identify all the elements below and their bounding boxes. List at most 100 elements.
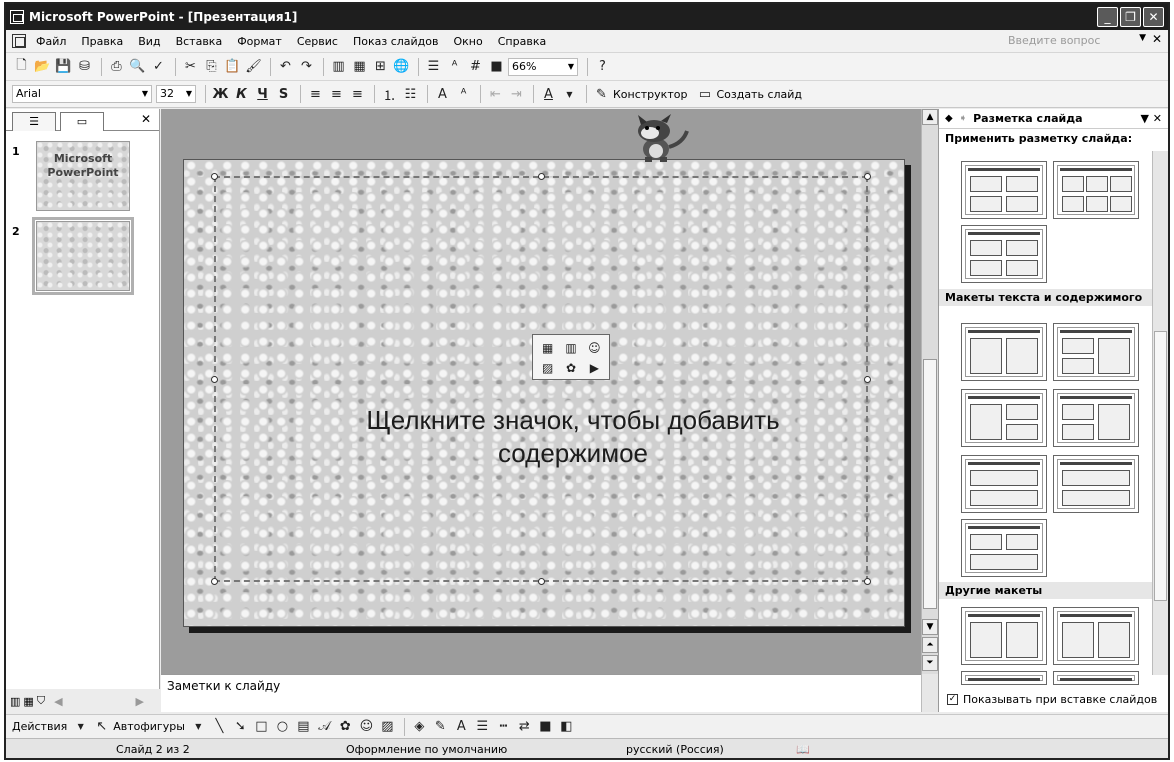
font-size-select[interactable]: 32 ▼ <box>156 85 196 103</box>
shadow-icon[interactable]: ■ <box>536 717 555 736</box>
next-slide-icon[interactable]: ⏷ <box>922 655 938 671</box>
show-on-insert-option[interactable]: ✓ Показывать при вставке слайдов <box>947 693 1157 706</box>
copy-icon[interactable]: ⎘ <box>202 57 221 76</box>
resize-handle[interactable] <box>211 578 218 585</box>
textbox-icon[interactable]: ▤ <box>294 717 313 736</box>
line-color-icon[interactable]: ✎ <box>431 717 450 736</box>
show-on-insert-checkbox[interactable]: ✓ <box>947 694 958 705</box>
resize-handle[interactable] <box>211 173 218 180</box>
format-painter-icon[interactable]: 🖌 <box>244 57 263 76</box>
restore-button[interactable]: ❐ <box>1120 7 1141 27</box>
layout-thumbnail[interactable] <box>1053 455 1139 513</box>
picture-icon[interactable]: ▨ <box>378 717 397 736</box>
menu-insert[interactable]: Вставка <box>176 35 223 48</box>
increase-indent-icon[interactable]: ⇥ <box>507 85 526 104</box>
zoom-select[interactable]: 66% ▼ <box>508 57 578 76</box>
content-placeholder[interactable]: ▦ ▥ ☺ ▨ ✿ ▶ Щелкните значок, чтобы добав… <box>211 173 871 585</box>
line-icon[interactable]: ╲ <box>210 717 229 736</box>
resize-handle[interactable] <box>538 578 545 585</box>
cut-icon[interactable]: ✂ <box>181 57 200 76</box>
layout-thumbnail[interactable] <box>961 519 1047 577</box>
save-icon[interactable]: 💾 <box>54 57 73 76</box>
chevron-down-icon[interactable]: ▼ <box>560 85 579 104</box>
previous-slide-icon[interactable]: ⏶ <box>922 637 938 653</box>
tables-borders-icon[interactable]: ⊞ <box>371 57 390 76</box>
diagram-icon[interactable]: ✿ <box>336 717 355 736</box>
select-pointer-icon[interactable]: ↖ <box>92 717 111 736</box>
layout-thumbnail[interactable] <box>961 455 1047 513</box>
slide-thumbnail-selected[interactable] <box>32 217 134 295</box>
notes-pane[interactable]: Заметки к слайду <box>161 674 921 712</box>
forward-icon[interactable]: ➧ <box>959 113 967 124</box>
tab-slides[interactable]: ▭ <box>60 112 104 131</box>
underline-button[interactable]: Ч <box>253 85 272 104</box>
layout-thumbnail[interactable] <box>1053 161 1139 219</box>
notes-scrollbar[interactable] <box>921 674 938 712</box>
print-icon[interactable]: ⎙ <box>107 57 126 76</box>
oval-icon[interactable]: ○ <box>273 717 292 736</box>
resize-handle[interactable] <box>211 376 218 383</box>
scroll-right-icon[interactable]: ▶ <box>136 695 144 708</box>
italic-button[interactable]: К <box>232 85 251 104</box>
decrease-font-icon[interactable]: ᴬ <box>454 85 473 104</box>
rectangle-icon[interactable]: □ <box>252 717 271 736</box>
dash-style-icon[interactable]: ┅ <box>494 717 513 736</box>
slide-canvas[interactable]: ▦ ▥ ☺ ▨ ✿ ▶ Щелкните значок, чтобы добав… <box>183 159 905 627</box>
close-icon[interactable]: ✕ <box>141 112 151 126</box>
help-icon[interactable]: ? <box>593 57 612 76</box>
chevron-down-icon[interactable]: ▼ <box>189 717 208 736</box>
normal-view-icon[interactable]: ▥ <box>10 695 20 708</box>
resize-handle[interactable] <box>864 578 871 585</box>
task-pane-controls[interactable]: ▼ ✕ <box>1140 112 1162 125</box>
designer-button[interactable]: Конструктор <box>613 88 687 101</box>
layout-thumbnail[interactable] <box>1053 389 1139 447</box>
slide-scrollbar[interactable]: ▲ ▼ ⏶ ⏷ <box>921 109 938 674</box>
insert-media-icon[interactable]: ▶ <box>584 359 605 377</box>
expand-all-icon[interactable]: ☰ <box>424 57 443 76</box>
arrow-style-icon[interactable]: ⇄ <box>515 717 534 736</box>
resize-handle[interactable] <box>538 173 545 180</box>
slideshow-icon[interactable]: ⛉ <box>37 694 45 708</box>
decrease-indent-icon[interactable]: ⇤ <box>486 85 505 104</box>
new-icon[interactable]: 🗋 <box>12 57 31 76</box>
insert-picture-icon[interactable]: ▨ <box>537 359 558 377</box>
layout-thumbnail[interactable] <box>1053 607 1139 665</box>
insert-chart-icon[interactable]: ▥ <box>329 57 348 76</box>
layout-thumbnail[interactable] <box>961 323 1047 381</box>
insert-table-icon[interactable]: ▦ <box>350 57 369 76</box>
chevron-down-icon[interactable]: ▼ <box>1139 33 1146 43</box>
menu-tools[interactable]: Сервис <box>297 35 338 48</box>
fill-color-icon[interactable]: ◈ <box>410 717 429 736</box>
chevron-down-icon[interactable]: ▼ <box>71 717 90 736</box>
paste-icon[interactable]: 📋 <box>223 57 242 76</box>
increase-font-icon[interactable]: A <box>433 85 452 104</box>
app-icon[interactable] <box>10 10 24 24</box>
menu-help[interactable]: Справка <box>498 35 546 48</box>
scroll-thumb[interactable] <box>1154 331 1167 601</box>
layout-thumbnail[interactable] <box>1053 323 1139 381</box>
clipart-icon[interactable]: ☺ <box>357 717 376 736</box>
menu-view[interactable]: Вид <box>138 35 160 48</box>
3d-icon[interactable]: ◧ <box>557 717 576 736</box>
font-color-icon[interactable]: A <box>539 85 558 104</box>
insert-clipart-icon[interactable]: ☺ <box>584 339 605 357</box>
minimize-button[interactable]: _ <box>1097 7 1118 27</box>
tab-outline[interactable]: ☰ <box>12 112 56 131</box>
resize-handle[interactable] <box>864 376 871 383</box>
open-icon[interactable]: 📂 <box>33 57 52 76</box>
scroll-down-icon[interactable]: ▼ <box>922 619 938 635</box>
document-icon[interactable] <box>12 34 26 48</box>
slide-thumbnail[interactable]: Microsoft PowerPoint <box>36 141 130 211</box>
autoshapes-menu[interactable]: Автофигуры <box>113 720 185 733</box>
font-select[interactable]: Arial ▼ <box>12 85 152 103</box>
align-center-icon[interactable]: ≡ <box>327 85 346 104</box>
hyperlink-icon[interactable]: 🌐 <box>392 57 411 76</box>
align-left-icon[interactable]: ≡ <box>306 85 325 104</box>
print-preview-icon[interactable]: 🔍 <box>128 57 147 76</box>
task-pane-scrollbar[interactable] <box>1152 151 1168 675</box>
font-color-icon[interactable]: A <box>452 717 471 736</box>
back-icon[interactable]: ◆ <box>945 113 953 124</box>
align-right-icon[interactable]: ≡ <box>348 85 367 104</box>
layout-thumbnail[interactable] <box>961 607 1047 665</box>
layout-thumbnail[interactable] <box>961 671 1047 685</box>
